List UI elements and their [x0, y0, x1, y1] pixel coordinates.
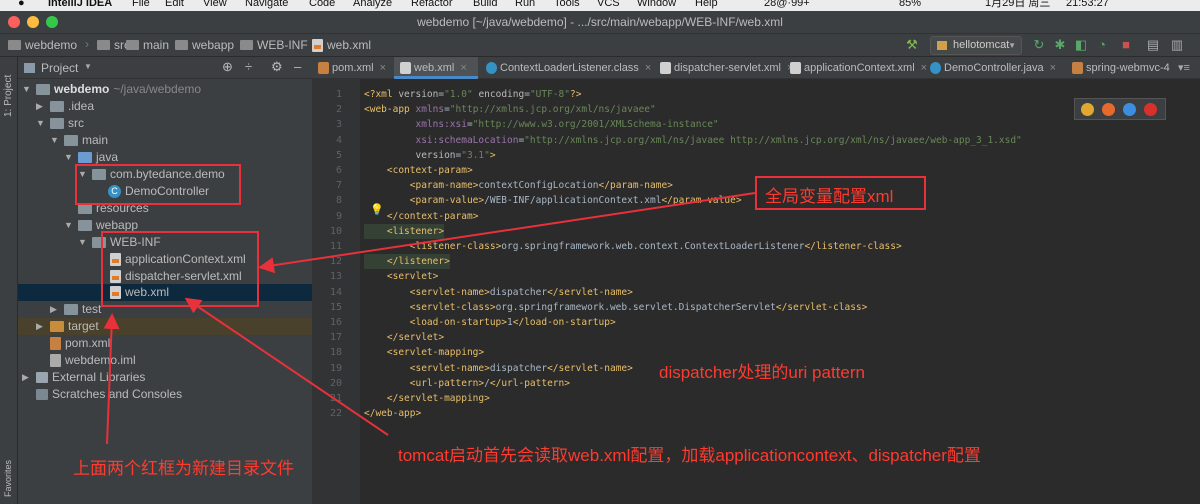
- annotation-arrows: [103, 192, 756, 445]
- annotation-global-config: 全局变量配置xml: [765, 187, 894, 206]
- arrow-to-applicationcontext: [258, 192, 756, 274]
- annotation-dispatcher-uri: dispatcher处理的uri pattern: [659, 363, 865, 382]
- arrow-to-red-box: [103, 313, 120, 445]
- annotation-tomcat-startup: tomcat启动首先会读取web.xml配置，加载applicationcont…: [398, 446, 981, 465]
- arrow-to-web-xml: [184, 297, 389, 436]
- annotation-new-dirs: 上面两个红框为新建目录文件: [73, 459, 294, 478]
